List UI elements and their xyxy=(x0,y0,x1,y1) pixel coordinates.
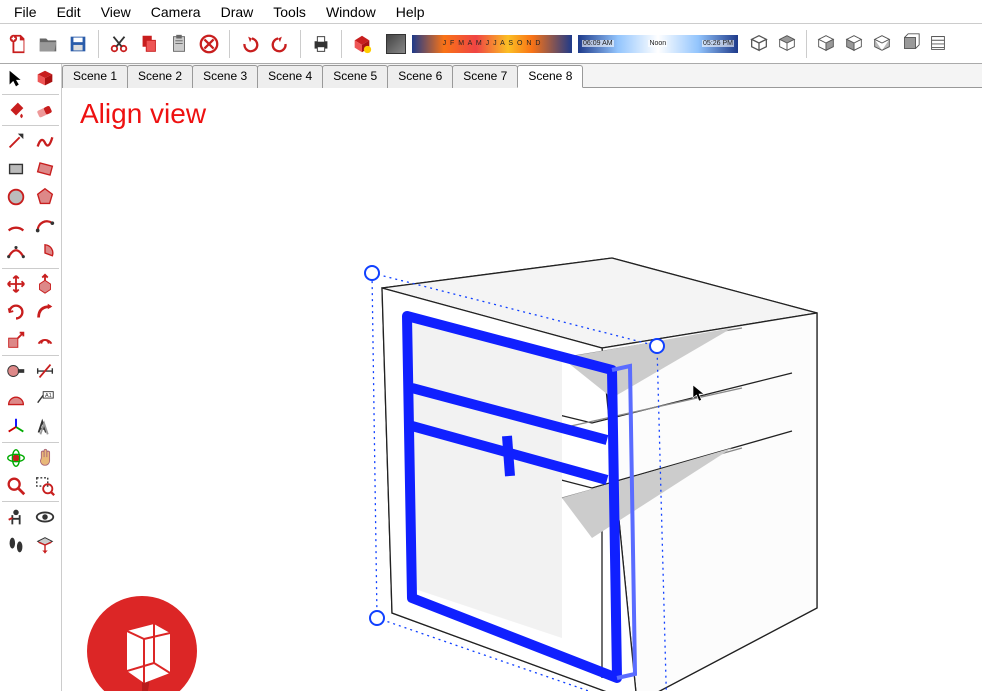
undo-button[interactable] xyxy=(236,30,264,58)
scene-tab-8[interactable]: Scene 8 xyxy=(517,65,583,88)
left-view-button[interactable] xyxy=(897,30,923,56)
menu-edit[interactable]: Edit xyxy=(49,2,89,22)
text-tool[interactable]: A1 xyxy=(32,386,60,412)
zoom-tool[interactable] xyxy=(2,473,30,499)
menu-window[interactable]: Window xyxy=(318,2,384,22)
time-start-label: 06:09 AM xyxy=(582,40,614,47)
paint-bucket-tool[interactable] xyxy=(2,97,30,123)
make-component-tool[interactable] xyxy=(32,66,60,92)
time-slider[interactable]: 06:09 AM Noon 05:26 PM xyxy=(578,35,738,53)
tape-measure-tool[interactable] xyxy=(2,358,30,384)
scale-tool[interactable] xyxy=(2,327,30,353)
protractor-tool[interactable] xyxy=(2,386,30,412)
views-toolbar xyxy=(746,30,951,58)
offset-tool[interactable] xyxy=(32,327,60,353)
shadow-toolbar: J F M A M J J A S O N D 06:09 AM Noon 05… xyxy=(386,34,738,54)
menu-bar: File Edit View Camera Draw Tools Window … xyxy=(0,0,982,24)
push-pull-tool[interactable] xyxy=(32,271,60,297)
rotated-rectangle-tool[interactable] xyxy=(32,156,60,182)
menu-view[interactable]: View xyxy=(93,2,139,22)
dimension-tool[interactable] xyxy=(32,358,60,384)
line-tool[interactable] xyxy=(2,128,30,154)
model-3d-cabinet xyxy=(312,168,872,691)
freehand-tool[interactable] xyxy=(32,128,60,154)
position-camera-tool[interactable] xyxy=(2,504,30,530)
follow-me-tool[interactable] xyxy=(32,299,60,325)
section-plane-tool[interactable] xyxy=(32,532,60,558)
cursor-icon xyxy=(692,384,706,407)
save-button[interactable] xyxy=(64,30,92,58)
walk-tool[interactable] xyxy=(2,532,30,558)
shadow-toggle-icon[interactable] xyxy=(386,34,406,54)
paste-button[interactable] xyxy=(165,30,193,58)
select-tool[interactable] xyxy=(2,66,30,92)
menu-file[interactable]: File xyxy=(6,2,45,22)
pan-tool[interactable] xyxy=(32,445,60,471)
look-around-tool[interactable] xyxy=(32,504,60,530)
menu-tools[interactable]: Tools xyxy=(265,2,314,22)
svg-text:A1: A1 xyxy=(45,393,52,399)
orbit-tool[interactable] xyxy=(2,445,30,471)
polygon-tool[interactable] xyxy=(32,184,60,210)
move-tool[interactable] xyxy=(2,271,30,297)
iso-view-button[interactable] xyxy=(746,30,772,56)
menu-help[interactable]: Help xyxy=(388,2,433,22)
pie-tool[interactable] xyxy=(32,240,60,266)
scene-tab-4[interactable]: Scene 4 xyxy=(257,65,323,88)
rotate-tool[interactable] xyxy=(2,299,30,325)
left-toolbox: A1 xyxy=(0,64,62,691)
3d-text-tool[interactable] xyxy=(32,414,60,440)
time-end-label: 05:26 PM xyxy=(702,40,734,47)
front-view-button[interactable] xyxy=(813,30,839,56)
top-view-button[interactable] xyxy=(774,30,800,56)
arc-tool[interactable] xyxy=(2,212,30,238)
menu-camera[interactable]: Camera xyxy=(143,2,209,22)
scene-label: Align view xyxy=(80,98,206,130)
redo-button[interactable] xyxy=(266,30,294,58)
eraser-tool[interactable] xyxy=(32,97,60,123)
top-toolbar: J F M A M J J A S O N D 06:09 AM Noon 05… xyxy=(0,24,982,64)
right-view-button[interactable] xyxy=(841,30,867,56)
rectangle-tool[interactable] xyxy=(2,156,30,182)
axes-tool[interactable] xyxy=(2,414,30,440)
print-button[interactable] xyxy=(307,30,335,58)
viewport-3d[interactable]: Align view xyxy=(62,88,982,691)
two-point-arc-tool[interactable] xyxy=(32,212,60,238)
month-slider[interactable]: J F M A M J J A S O N D xyxy=(412,35,572,53)
scene-tab-6[interactable]: Scene 6 xyxy=(387,65,453,88)
scene-tab-2[interactable]: Scene 2 xyxy=(127,65,193,88)
time-mid-label: Noon xyxy=(648,40,667,47)
scene-tab-7[interactable]: Scene 7 xyxy=(452,65,518,88)
scene-tab-5[interactable]: Scene 5 xyxy=(322,65,388,88)
bottom-view-button[interactable] xyxy=(925,30,951,56)
menu-draw[interactable]: Draw xyxy=(213,2,262,22)
circle-tool[interactable] xyxy=(2,184,30,210)
back-view-button[interactable] xyxy=(869,30,895,56)
open-file-button[interactable] xyxy=(34,30,62,58)
scene-tab-3[interactable]: Scene 3 xyxy=(192,65,258,88)
model-info-button[interactable] xyxy=(348,30,376,58)
three-point-arc-tool[interactable] xyxy=(2,240,30,266)
scene-tab-1[interactable]: Scene 1 xyxy=(62,65,128,88)
new-file-button[interactable] xyxy=(4,30,32,58)
app-logo-icon xyxy=(82,591,202,691)
copy-button[interactable] xyxy=(135,30,163,58)
cancel-button[interactable] xyxy=(195,30,223,58)
cut-button[interactable] xyxy=(105,30,133,58)
scene-tabs: Scene 1 Scene 2 Scene 3 Scene 4 Scene 5 … xyxy=(62,64,982,88)
zoom-window-tool[interactable] xyxy=(32,473,60,499)
